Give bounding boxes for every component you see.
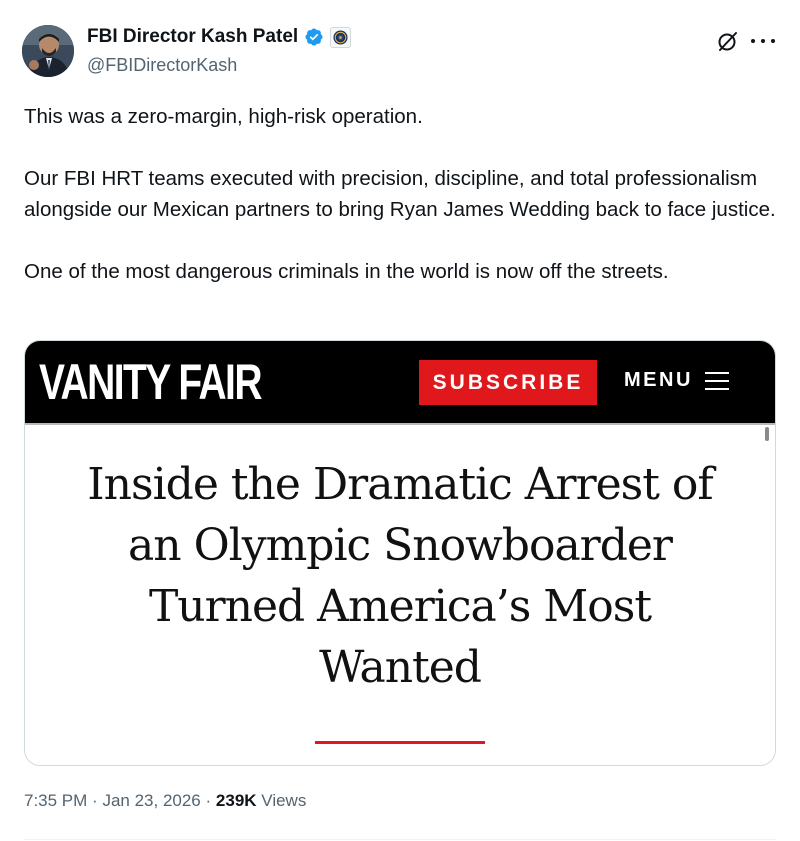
grok-icon[interactable] bbox=[716, 29, 740, 53]
views-label: Views bbox=[261, 791, 307, 810]
meta-separator: · bbox=[205, 791, 212, 810]
author-handle[interactable]: @FBIDirectorKash bbox=[87, 55, 237, 76]
author-display-name[interactable]: FBI Director Kash Patel bbox=[87, 26, 298, 48]
tweet-metadata: 7:35 PM · Jan 23, 2026 · 239K Views bbox=[24, 791, 306, 811]
verified-badge-icon[interactable] bbox=[304, 27, 324, 47]
author-display-name-row[interactable]: FBI Director Kash Patel bbox=[87, 26, 352, 48]
tweet-paragraph: This was a zero-margin, high-risk operat… bbox=[24, 105, 423, 128]
vanity-fair-logo: VANITY FAIR bbox=[39, 354, 262, 410]
subscribe-button[interactable]: SUBSCRIBE bbox=[419, 360, 597, 405]
meta-separator: · bbox=[92, 791, 98, 810]
avatar[interactable] bbox=[22, 25, 74, 77]
views-count[interactable]: 239K bbox=[216, 791, 257, 810]
tweet-paragraph: One of the most dangerous criminals in t… bbox=[24, 260, 669, 283]
article-headline[interactable]: Inside the Dramatic Arrest of an Olympic… bbox=[65, 454, 735, 698]
menu-button[interactable]: MENU bbox=[624, 369, 729, 392]
tweet-text: This was a zero-margin, high-risk operat… bbox=[24, 101, 784, 287]
tweet-time[interactable]: 7:35 PM bbox=[24, 791, 87, 810]
link-preview-card[interactable]: VANITY FAIR SUBSCRIBE MENU Inside the Dr… bbox=[24, 340, 776, 766]
menu-label: MENU bbox=[624, 369, 693, 391]
tweet-date[interactable]: Jan 23, 2026 bbox=[102, 791, 200, 810]
vanity-fair-header: VANITY FAIR SUBSCRIBE MENU bbox=[25, 341, 775, 425]
dot bbox=[771, 39, 775, 43]
fbi-seal-icon[interactable] bbox=[330, 26, 352, 48]
divider bbox=[24, 839, 776, 840]
more-options-icon[interactable] bbox=[751, 29, 775, 53]
scrollbar-thumb[interactable] bbox=[765, 427, 769, 441]
headline-divider bbox=[315, 741, 485, 744]
dot bbox=[761, 39, 765, 43]
dot bbox=[751, 39, 755, 43]
tweet-paragraph: Our FBI HRT teams executed with precisio… bbox=[24, 167, 776, 221]
hamburger-menu-icon bbox=[704, 371, 729, 390]
